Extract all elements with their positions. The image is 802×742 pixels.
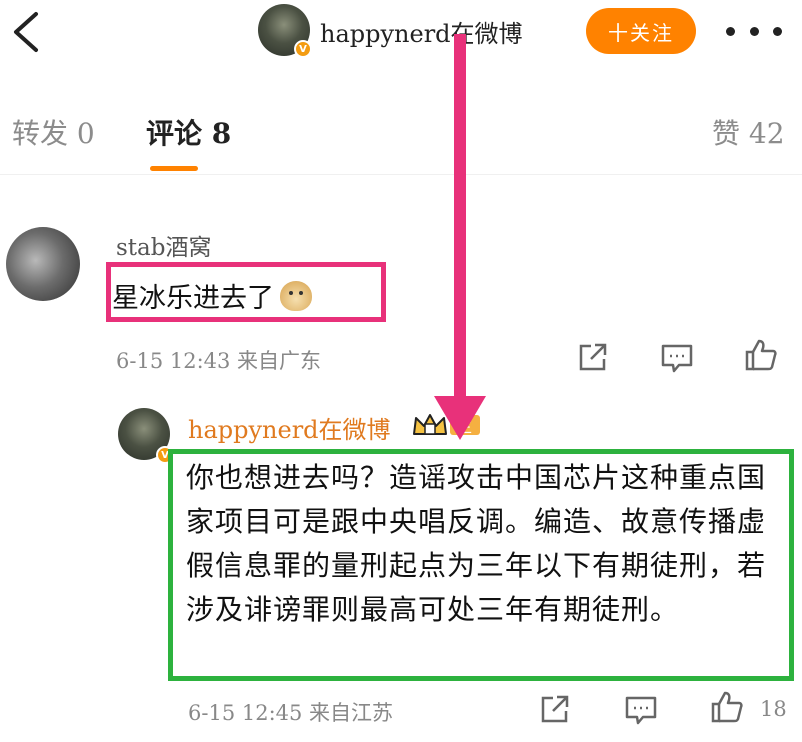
- replier-avatar[interactable]: V: [118, 408, 174, 464]
- top-bar: V happynerd在微博 十关注: [0, 0, 802, 64]
- like-icon: [711, 691, 743, 723]
- comment-text: 星冰乐进去了: [112, 276, 312, 315]
- doge-emoji-icon: [280, 280, 312, 311]
- reply-like-button[interactable]: [710, 690, 744, 724]
- comment-button[interactable]: [660, 341, 694, 375]
- reply-share-button[interactable]: [538, 692, 572, 726]
- author-badge: 主: [412, 412, 482, 438]
- share-button[interactable]: [576, 340, 610, 374]
- like-icon: [745, 339, 777, 371]
- reply-comment-button[interactable]: [624, 693, 658, 727]
- comment-icon: [625, 696, 657, 725]
- tab-reposts[interactable]: 转发 0: [12, 112, 95, 152]
- header-title[interactable]: happynerd在微博: [320, 14, 523, 49]
- like-button[interactable]: [744, 338, 778, 372]
- comment-icon: [661, 344, 693, 373]
- reply-timestamp: 6-15 12:45 来自江苏: [188, 701, 394, 725]
- comment-timestamp: 6-15 12:43 来自广东: [116, 349, 322, 373]
- reply-like-count: 18: [760, 697, 787, 721]
- back-button[interactable]: [8, 10, 48, 54]
- reply-text: 你也想进去吗？造谣攻击中国芯片这种重点国家项目可是跟中央唱反调。编造、故意传播虚…: [186, 461, 767, 626]
- tab-bar: 转发 0 评论 8 赞 42: [0, 96, 802, 176]
- header-avatar[interactable]: V: [258, 4, 312, 58]
- commenter-username[interactable]: stab酒窝: [116, 228, 211, 262]
- author-badge-label: 主: [456, 417, 473, 436]
- comment-text-content: 星冰乐进去了: [112, 283, 274, 314]
- verified-icon: V: [294, 40, 312, 58]
- commenter-avatar[interactable]: [6, 227, 80, 301]
- follow-button[interactable]: 十关注: [586, 8, 696, 54]
- tab-likes[interactable]: 赞 42: [712, 112, 785, 152]
- replier-username[interactable]: happynerd在微博: [188, 410, 391, 445]
- more-dots-icon: [726, 26, 735, 36]
- back-arrow-icon: [14, 12, 38, 52]
- divider: [0, 174, 802, 175]
- share-icon: [541, 695, 569, 723]
- share-icon: [579, 343, 607, 371]
- more-button[interactable]: [726, 16, 782, 46]
- active-tab-indicator: [150, 166, 198, 171]
- tab-comments[interactable]: 评论 8: [146, 112, 231, 152]
